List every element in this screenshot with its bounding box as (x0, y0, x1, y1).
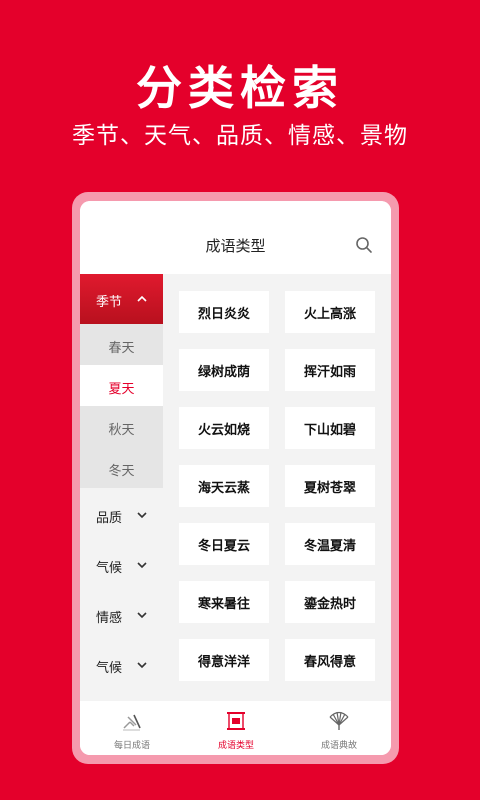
tab-label: 成语类型 (217, 741, 254, 751)
sidebar-item-quality[interactable]: 品质 (80, 490, 163, 540)
brush-icon (120, 709, 144, 733)
promo-subtitle: 季节、天气、品质、情感、景物 (72, 123, 408, 149)
phone-screen: 成语类型 季节 春天 夏天 秋天 冬天 品质 气候 情感 气候 烈日炎炎 火上高… (80, 201, 391, 755)
idiom-tile[interactable]: 火上高涨 (285, 291, 375, 333)
chevron-down-icon (136, 559, 148, 571)
sidebar-item-emotion[interactable]: 情感 (80, 590, 163, 640)
chevron-down-icon (136, 609, 148, 621)
search-icon[interactable] (354, 235, 374, 255)
sidebar-item-climate-2[interactable]: 气候 (80, 640, 163, 690)
page-title: 成语类型 (205, 237, 266, 255)
chevron-down-icon (136, 659, 148, 671)
tab-daily-idiom[interactable]: 每日成语 (80, 701, 184, 755)
sidebar-item-season[interactable]: 季节 (80, 274, 163, 324)
sub-item-autumn[interactable]: 秋天 (80, 406, 163, 447)
chevron-down-icon (136, 509, 148, 521)
sidebar-item-label: 季节 (96, 295, 123, 310)
tab-idiom-types[interactable]: 成语类型 (184, 701, 288, 755)
idiom-tile[interactable]: 得意洋洋 (179, 639, 269, 681)
phone-frame: 成语类型 季节 春天 夏天 秋天 冬天 品质 气候 情感 气候 烈日炎炎 火上高… (72, 192, 399, 764)
tab-idiom-allusions[interactable]: 成语典故 (287, 701, 391, 755)
category-sidebar: 季节 春天 夏天 秋天 冬天 品质 气候 情感 气候 (80, 274, 163, 701)
content-area: 季节 春天 夏天 秋天 冬天 品质 气候 情感 气候 烈日炎炎 火上高涨 绿树成… (80, 274, 391, 701)
idiom-tile[interactable]: 鎏金热时 (285, 581, 375, 623)
chevron-up-icon (136, 293, 148, 305)
sub-item-summer[interactable]: 夏天 (80, 365, 163, 406)
sub-item-spring[interactable]: 春天 (80, 324, 163, 365)
idiom-tile[interactable]: 烈日炎炎 (179, 291, 269, 333)
idiom-grid: 烈日炎炎 火上高涨 绿树成荫 挥汗如雨 火云如烧 下山如碧 海天云蒸 夏树苍翠 … (179, 291, 375, 691)
idiom-tile[interactable]: 海天云蒸 (179, 465, 269, 507)
idiom-tile[interactable]: 冬日夏云 (179, 523, 269, 565)
idiom-tile[interactable]: 下山如碧 (285, 407, 375, 449)
bottom-tab-bar: 每日成语 成语类型 成语典故 (80, 701, 391, 755)
tab-label: 每日成语 (113, 741, 150, 751)
scroll-icon (224, 709, 248, 733)
app-header: 成语类型 (80, 201, 391, 274)
promo-title: 分类检索 (136, 61, 344, 115)
tab-label: 成语典故 (320, 741, 357, 751)
idiom-tile[interactable]: 春风得意 (285, 639, 375, 681)
idiom-tile[interactable]: 夏树苍翠 (285, 465, 375, 507)
idiom-tile[interactable]: 寒来暑往 (179, 581, 269, 623)
fan-icon (327, 709, 351, 733)
idiom-tile[interactable]: 挥汗如雨 (285, 349, 375, 391)
idiom-tile[interactable]: 冬温夏清 (285, 523, 375, 565)
sub-item-winter[interactable]: 冬天 (80, 447, 163, 488)
idiom-tile[interactable]: 绿树成荫 (179, 349, 269, 391)
sidebar-item-climate[interactable]: 气候 (80, 540, 163, 590)
idiom-tile[interactable]: 火云如烧 (179, 407, 269, 449)
